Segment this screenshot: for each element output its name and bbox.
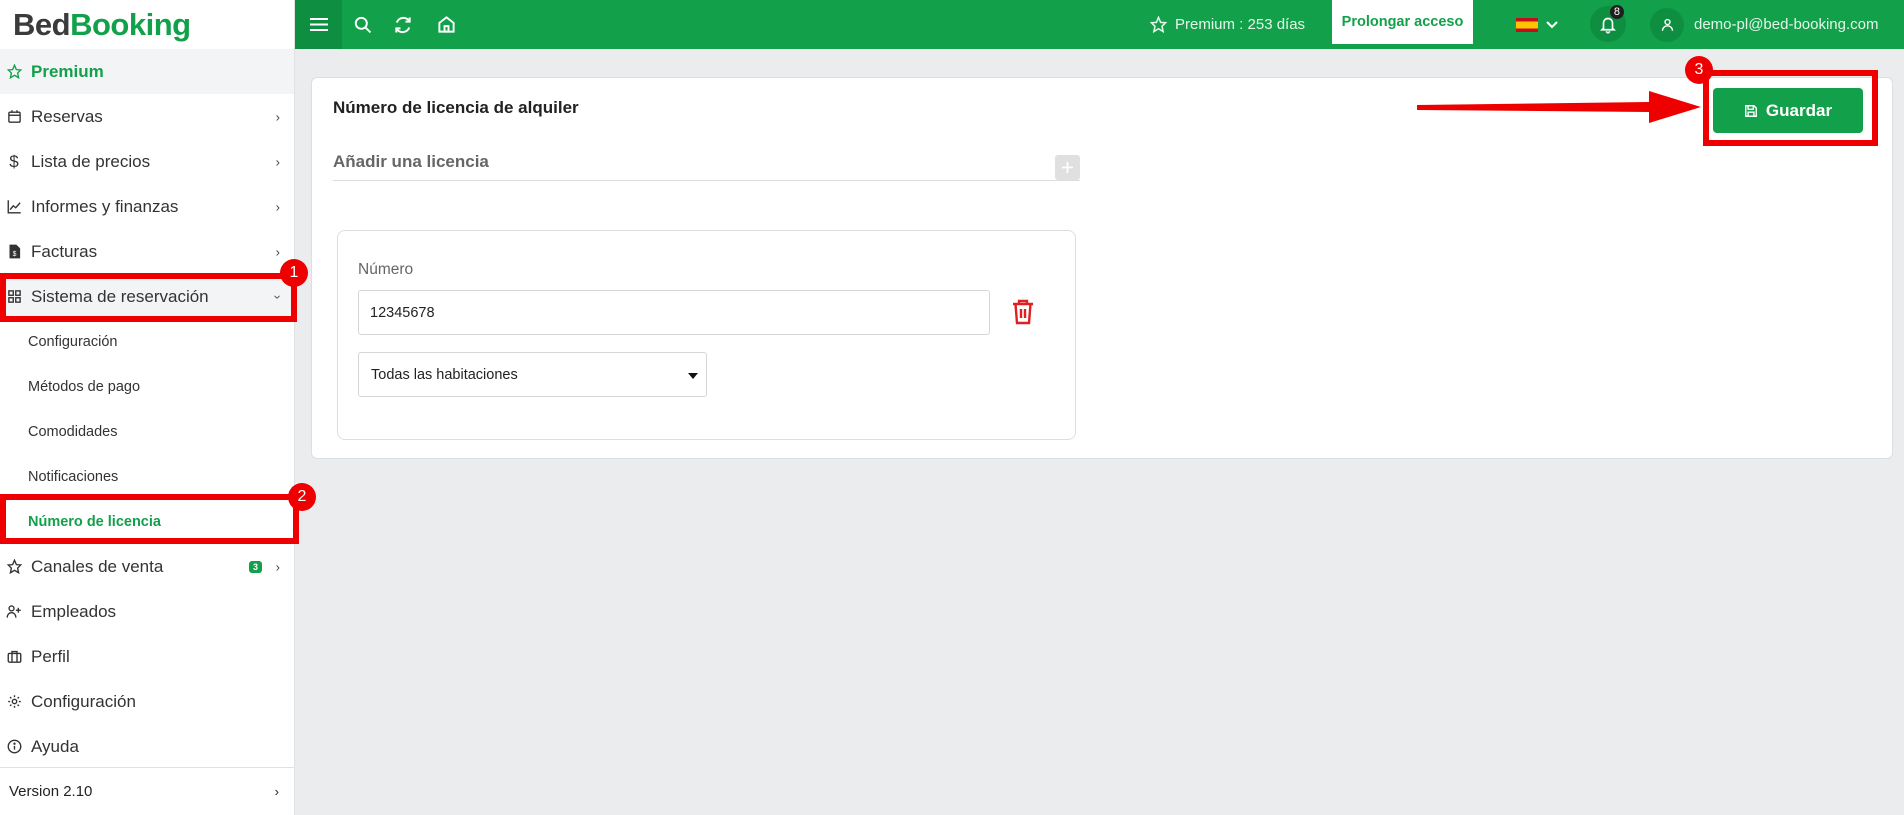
add-license-row: Añadir una licencia [333, 140, 1080, 181]
chevron-right-icon: › [275, 244, 280, 259]
briefcase-icon [6, 649, 22, 665]
step-marker-1: 1 [280, 259, 308, 287]
sidebar-subitem-label: Comodidades [28, 423, 118, 440]
chevron-right-icon: › [275, 199, 280, 214]
license-number-input[interactable]: 12345678 [358, 290, 990, 335]
gear-icon [6, 694, 22, 710]
refresh-icon [395, 16, 411, 33]
highlight-box-sistema [0, 273, 297, 322]
rooms-select[interactable]: Todas las habitaciones [358, 352, 707, 397]
sidebar-item-label: Perfil [31, 646, 70, 666]
sidebar-subitem-label: Configuración [28, 333, 118, 350]
sidebar-item-perfil[interactable]: Perfil [0, 634, 294, 679]
sidebar-subitem-comodidades[interactable]: Comodidades [0, 409, 294, 454]
caret-down-icon [688, 373, 698, 379]
add-license-button[interactable] [1055, 155, 1080, 180]
sidebar-item-label: Configuración [31, 691, 136, 711]
top-bar: Premium : 253 días Prolongar acceso 8 de… [295, 0, 1904, 49]
arrow-annotation [1417, 91, 1701, 123]
hamburger-icon [309, 18, 328, 31]
sidebar-item-label: Reservas [31, 106, 103, 126]
sidebar-subitem-metodos-pago[interactable]: Métodos de pago [0, 364, 294, 409]
prolongar-acceso-button[interactable]: Prolongar acceso [1332, 0, 1473, 44]
count-badge: 3 [248, 560, 262, 573]
chevron-right-icon: › [275, 154, 280, 169]
logo-text-bed: Bed [13, 6, 71, 42]
user-email: demo-pl@bed-booking.com [1694, 16, 1879, 33]
sidebar-item-canales[interactable]: Canales de venta 3 › [0, 544, 294, 589]
sidebar-subitem-label: Métodos de pago [28, 378, 141, 395]
search-icon [354, 16, 371, 34]
search-button[interactable] [347, 0, 377, 49]
sidebar-item-label: Premium [31, 61, 104, 81]
sidebar-item-label: Canales de venta [31, 556, 164, 576]
chevron-right-icon: › [275, 559, 280, 574]
sidebar-nav: Premium Reservas › $ Lista de precios › … [0, 49, 294, 769]
plus-icon [1062, 162, 1073, 173]
star-icon [1150, 16, 1167, 33]
invoice-icon: $ [6, 244, 22, 260]
premium-text: Premium : 253 días [1175, 16, 1306, 33]
sidebar-item-label: Informes y finanzas [31, 196, 179, 216]
sidebar-item-label: Empleados [31, 601, 117, 621]
svg-text:$: $ [12, 251, 16, 258]
sidebar-item-reservas[interactable]: Reservas › [0, 94, 294, 139]
version-label: Version 2.10 [9, 783, 93, 800]
chevron-right-icon: › [275, 109, 280, 124]
rooms-select-value: Todas las habitaciones [371, 366, 518, 383]
delete-license-button[interactable] [1012, 299, 1036, 325]
home-icon [437, 16, 455, 33]
sidebar-item-label: Lista de precios [31, 151, 151, 171]
refresh-button[interactable] [388, 0, 418, 49]
version-row[interactable]: Version 2.10 › [0, 767, 295, 815]
sidebar-item-configuracion[interactable]: Configuración [0, 679, 294, 724]
chevron-down-icon [1546, 20, 1558, 28]
trash-icon [1013, 299, 1033, 325]
highlight-box-numero-licencia [0, 494, 299, 544]
sidebar-item-premium[interactable]: Premium [0, 49, 294, 94]
home-button[interactable] [431, 0, 461, 49]
user-icon [1661, 18, 1673, 31]
sidebar-item-label: Ayuda [31, 736, 79, 756]
sidebar: Bed Booking Premium Reservas › $ Lista de… [0, 0, 295, 815]
logo-text-booking: Booking [70, 6, 191, 42]
number-label: Número [358, 261, 414, 278]
license-entry: Número 12345678 Todas las habitaciones [337, 230, 1076, 440]
sidebar-subitem-notificaciones[interactable]: Notificaciones [0, 454, 294, 499]
user-plus-icon [6, 604, 22, 620]
sidebar-item-informes[interactable]: Informes y finanzas › [0, 184, 294, 229]
language-select[interactable] [1516, 0, 1558, 49]
app-logo[interactable]: Bed Booking [0, 0, 294, 49]
user-menu[interactable]: demo-pl@bed-booking.com [1650, 0, 1879, 49]
dollar-icon: $ [9, 151, 19, 171]
step-marker-3: 3 [1685, 56, 1713, 84]
sidebar-item-label: Facturas [31, 241, 98, 261]
license-card: Número de licencia de alquiler Guardar A… [311, 77, 1893, 459]
sidebar-subitem-configuracion[interactable]: Configuración [0, 319, 294, 364]
info-icon [6, 739, 22, 755]
step-marker-2: 2 [288, 483, 316, 511]
page-title: Número de licencia de alquiler [333, 98, 579, 117]
sidebar-subitem-label: Notificaciones [28, 468, 119, 485]
sidebar-item-ayuda[interactable]: Ayuda [0, 724, 294, 769]
highlight-box-guardar [1703, 70, 1878, 146]
spain-flag-icon [1516, 17, 1538, 32]
calendar-icon [6, 109, 22, 125]
chart-line-icon [6, 199, 22, 215]
sidebar-item-empleados[interactable]: Empleados [0, 589, 294, 634]
star-icon [6, 559, 22, 575]
sidebar-item-precios[interactable]: $ Lista de precios › [0, 139, 294, 184]
notifications-button[interactable]: 8 [1590, 5, 1626, 42]
chevron-right-icon: › [274, 784, 279, 799]
star-icon [6, 64, 22, 80]
add-license-label: Añadir una licencia [333, 152, 489, 171]
menu-toggle-button[interactable] [295, 0, 342, 49]
premium-status[interactable]: Premium : 253 días [1150, 0, 1305, 49]
notification-count-badge: 8 [1609, 5, 1624, 19]
sidebar-item-facturas[interactable]: $ Facturas › [0, 229, 294, 274]
avatar [1650, 7, 1684, 42]
